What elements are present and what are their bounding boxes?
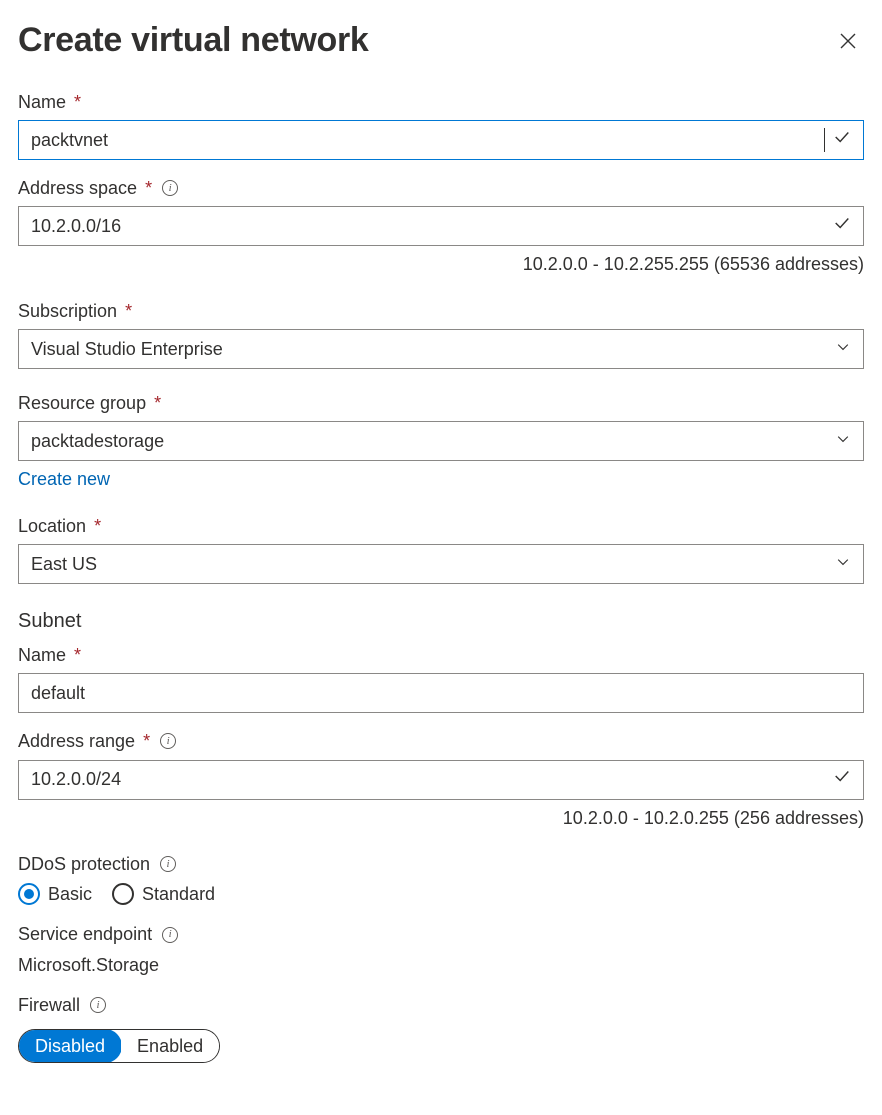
subnet-name-input[interactable]: default [31, 681, 851, 705]
field-subscription: Subscription * Visual Studio Enterprise [18, 299, 864, 369]
header: Create virtual network [18, 18, 864, 64]
info-icon[interactable]: i [162, 180, 178, 196]
subnet-name-input-wrap[interactable]: default [18, 673, 864, 713]
label-resource-group: Resource group [18, 391, 146, 415]
firewall-toggle-enabled[interactable]: Enabled [121, 1030, 219, 1062]
subscription-select[interactable]: Visual Studio Enterprise [18, 329, 864, 369]
radio-unselected-icon [112, 883, 134, 905]
resource-group-value: packtadestorage [31, 429, 827, 453]
field-firewall: Firewall i Disabled Enabled [18, 993, 864, 1063]
info-icon[interactable]: i [90, 997, 106, 1013]
field-location: Location * East US [18, 514, 864, 584]
field-ddos: DDoS protection i Basic Standard [18, 852, 864, 907]
location-select[interactable]: East US [18, 544, 864, 584]
info-icon[interactable]: i [160, 856, 176, 872]
location-value: East US [31, 552, 827, 576]
check-icon [833, 767, 851, 791]
required-icon: * [125, 299, 132, 323]
label-firewall: Firewall [18, 993, 80, 1017]
field-name: Name * packtvnet [18, 90, 864, 160]
subnet-address-range-input[interactable]: 10.2.0.0/24 [31, 767, 825, 791]
resource-group-select[interactable]: packtadestorage [18, 421, 864, 461]
section-subnet: Subnet [18, 608, 864, 635]
close-icon[interactable] [832, 25, 864, 57]
chevron-down-icon [835, 552, 851, 576]
ddos-option-basic-label: Basic [48, 882, 92, 906]
label-address-space: Address space [18, 176, 137, 200]
check-icon [833, 214, 851, 238]
service-endpoint-value: Microsoft.Storage [18, 953, 864, 977]
subnet-address-range-input-wrap[interactable]: 10.2.0.0/24 [18, 760, 864, 800]
name-input-wrap[interactable]: packtvnet [18, 120, 864, 160]
ddos-option-standard-label: Standard [142, 882, 215, 906]
ddos-option-standard[interactable]: Standard [112, 882, 215, 906]
field-service-endpoint: Service endpoint i Microsoft.Storage [18, 922, 864, 977]
required-icon: * [74, 643, 81, 667]
required-icon: * [74, 90, 81, 114]
ddos-radio-group: Basic Standard [18, 882, 864, 906]
label-ddos: DDoS protection [18, 852, 150, 876]
field-subnet-name: Name * default [18, 643, 864, 713]
name-input[interactable]: packtvnet [31, 128, 825, 152]
field-resource-group: Resource group * packtadestorage Create … [18, 391, 864, 492]
subscription-value: Visual Studio Enterprise [31, 337, 827, 361]
page-title: Create virtual network [18, 18, 369, 64]
radio-selected-icon [18, 883, 40, 905]
subnet-address-range-hint: 10.2.0.0 - 10.2.0.255 (256 addresses) [18, 806, 864, 830]
label-subnet-address-range: Address range [18, 729, 135, 753]
label-name: Name [18, 90, 66, 114]
label-location: Location [18, 514, 86, 538]
required-icon: * [154, 391, 161, 415]
required-icon: * [94, 514, 101, 538]
required-icon: * [143, 729, 150, 753]
info-icon[interactable]: i [162, 927, 178, 943]
firewall-toggle: Disabled Enabled [18, 1029, 220, 1063]
chevron-down-icon [835, 337, 851, 361]
required-icon: * [145, 176, 152, 200]
info-icon[interactable]: i [160, 733, 176, 749]
address-space-input-wrap[interactable]: 10.2.0.0/16 [18, 206, 864, 246]
field-subnet-address-range: Address range * i 10.2.0.0/24 10.2.0.0 -… [18, 729, 864, 830]
label-subnet-name: Name [18, 643, 66, 667]
check-icon [833, 128, 851, 152]
label-subscription: Subscription [18, 299, 117, 323]
firewall-toggle-disabled[interactable]: Disabled [18, 1029, 122, 1063]
address-space-input[interactable]: 10.2.0.0/16 [31, 214, 825, 238]
ddos-option-basic[interactable]: Basic [18, 882, 92, 906]
address-space-hint: 10.2.0.0 - 10.2.255.255 (65536 addresses… [18, 252, 864, 276]
chevron-down-icon [835, 429, 851, 453]
create-new-link[interactable]: Create new [18, 467, 110, 491]
label-service-endpoint: Service endpoint [18, 922, 152, 946]
field-address-space: Address space * i 10.2.0.0/16 10.2.0.0 -… [18, 176, 864, 277]
